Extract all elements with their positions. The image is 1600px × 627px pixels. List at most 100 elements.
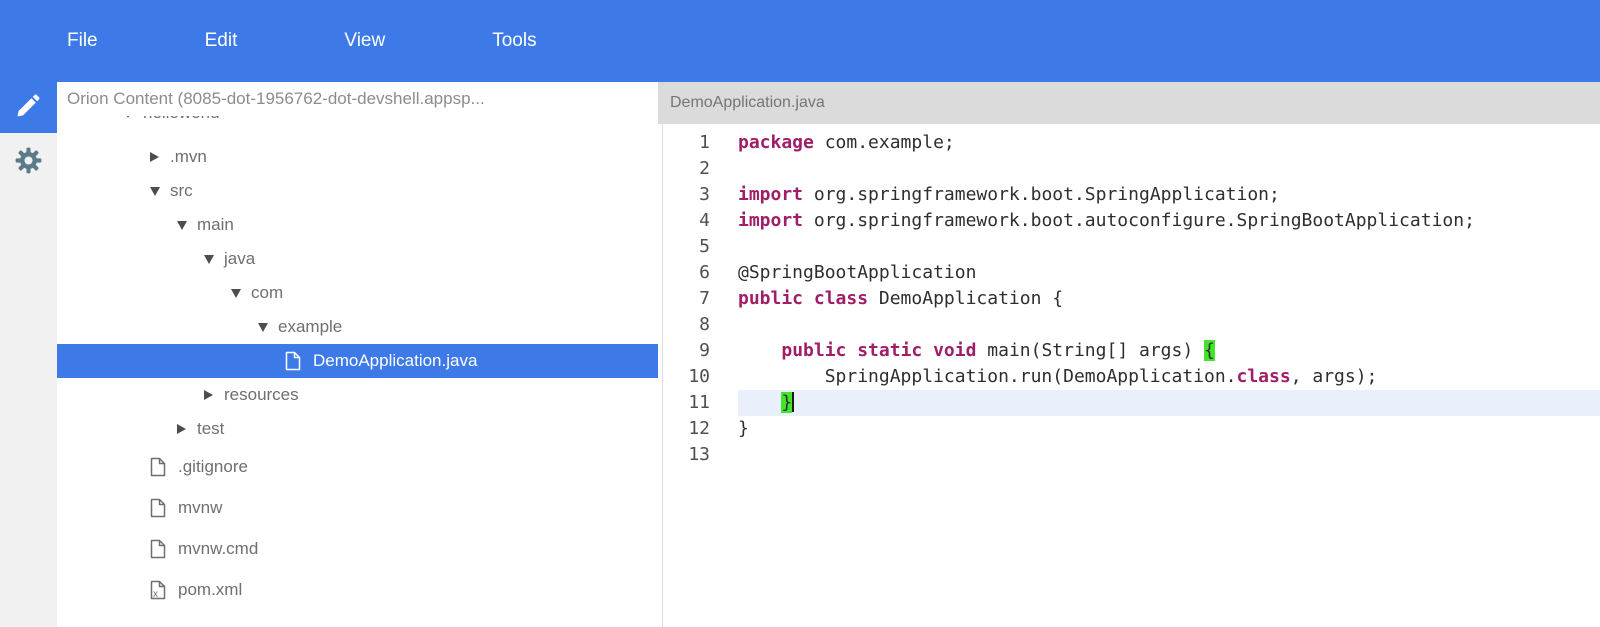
tree-item--gitignore[interactable]: .gitignore [57,446,658,487]
code-line-4[interactable]: 4 import org.springframework.boot.autocon… [658,208,1600,234]
line-number: 3 [658,182,710,208]
expand-arrow-icon[interactable] [204,255,222,264]
tree-rows: .mvn srcmain java com example DemoApplication… [57,140,658,610]
line-number: 10 [658,364,710,390]
expand-arrow-icon[interactable] [150,187,168,196]
editor-panel: DemoApplication.java 1 package com.exampl… [658,82,1600,627]
code-line-11[interactable]: 11 } [658,390,1600,416]
line-number: 4 [658,208,710,234]
file-icon [150,498,168,518]
code-line-content: public class DemoApplication { [738,286,1600,312]
tab-demoapplication-java[interactable]: DemoApplication.java [670,94,825,112]
code-line-content [738,442,1600,468]
code-line-7[interactable]: 7 public class DemoApplication { [658,286,1600,312]
gear-icon [13,145,44,181]
top-menu-bar: File Edit View Tools [0,0,1600,82]
code-line-13[interactable]: 13 [658,442,1600,468]
tree-item-label: java [224,249,255,269]
code-line-content: } [738,416,1600,442]
line-number: 2 [658,156,710,182]
code-line-content: import org.springframework.boot.SpringAp… [738,182,1600,208]
line-number: 11 [658,390,710,416]
line-number: 7 [658,286,710,312]
expand-arrow-icon[interactable] [231,289,249,298]
code-line-10[interactable]: 10 SpringApplication.run(DemoApplication… [658,364,1600,390]
menu-file[interactable]: File [67,30,98,52]
file-icon [150,539,168,559]
matched-bracket-highlight: { [1204,340,1215,361]
tree-row-clipped-helloworld[interactable]: helloworld [57,116,658,129]
menu-tools[interactable]: Tools [492,30,536,52]
menu-edit[interactable]: Edit [205,30,238,52]
line-number: 8 [658,312,710,338]
line-number: 1 [658,130,710,156]
collapse-arrow-icon[interactable] [204,390,222,400]
code-line-content: } [738,390,1600,416]
tree-item-label: DemoApplication.java [313,351,477,371]
tree-item-label: main [197,215,234,235]
code-line-3[interactable]: 3 import org.springframework.boot.SpringA… [658,182,1600,208]
tree-item-label: resources [224,385,299,405]
file-icon [150,457,168,477]
menu-view[interactable]: View [344,30,385,52]
tree-item-resources[interactable]: resources [57,378,658,412]
tree-item-mvnw[interactable]: mvnw [57,487,658,528]
tree-item-pom-xml[interactable]: x pom.xml [57,569,658,610]
tree-item-label: .gitignore [178,457,248,477]
code-line-5[interactable]: 5 [658,234,1600,260]
tree-item--mvn[interactable]: .mvn [57,140,658,174]
tree-item-label: com [251,283,283,303]
line-number: 6 [658,260,710,286]
tree-item-label: mvnw [178,498,222,518]
editor-view-button[interactable] [0,82,57,133]
file-tree-panel: Orion Content (8085-dot-1956762-dot-devs… [57,82,658,627]
matched-bracket-highlight: } [781,392,792,413]
code-line-content [738,156,1600,182]
pencil-icon [15,92,42,124]
code-line-content [738,312,1600,338]
tree-item-label: .mvn [170,147,207,167]
tree-item-example[interactable]: example [57,310,658,344]
code-line-2[interactable]: 2 [658,156,1600,182]
tree-item-demoapplication-java[interactable]: DemoApplication.java [57,344,658,378]
svg-text:x: x [153,589,158,600]
tree-item-label: helloworld [143,116,220,123]
editor-tab-bar: DemoApplication.java [658,82,1600,124]
xml-file-icon: x [150,580,168,600]
tree-item-com[interactable]: com [57,276,658,310]
line-number: 5 [658,234,710,260]
left-icon-rail [0,82,57,627]
tree-item-label: src [170,181,193,201]
settings-button[interactable] [0,133,57,193]
tree-item-src[interactable]: src [57,174,658,208]
expand-arrow-icon[interactable] [258,323,276,332]
tree-root-title: Orion Content (8085-dot-1956762-dot-devs… [57,82,658,116]
collapse-arrow-icon[interactable] [150,152,168,162]
code-line-8[interactable]: 8 [658,312,1600,338]
code-line-content: import org.springframework.boot.autoconf… [738,208,1600,234]
line-number: 12 [658,416,710,442]
code-line-content: @SpringBootApplication [738,260,1600,286]
code-line-12[interactable]: 12} [658,416,1600,442]
expand-arrow-icon[interactable] [123,116,141,118]
code-line-content: SpringApplication.run(DemoApplication.cl… [738,364,1600,390]
code-line-content: public static void main(String[] args) { [738,338,1600,364]
line-number: 13 [658,442,710,468]
tree-item-test[interactable]: test [57,412,658,446]
code-editor[interactable]: 1 package com.example; 23 import org.spring… [658,124,1600,627]
tree-item-label: pom.xml [178,580,242,600]
code-line-1[interactable]: 1 package com.example; [658,130,1600,156]
main-area: Orion Content (8085-dot-1956762-dot-devs… [0,82,1600,627]
code-line-content: package com.example; [738,130,1600,156]
code-line-content [738,234,1600,260]
tree-item-label: example [278,317,342,337]
code-line-9[interactable]: 9 public static void main(String[] args)… [658,338,1600,364]
tree-item-label: test [197,419,224,439]
collapse-arrow-icon[interactable] [177,424,195,434]
tree-item-java[interactable]: java [57,242,658,276]
tree-item-mvnw-cmd[interactable]: mvnw.cmd [57,528,658,569]
tree-item-main[interactable]: main [57,208,658,242]
text-cursor [792,392,794,412]
expand-arrow-icon[interactable] [177,221,195,230]
code-line-6[interactable]: 6 @SpringBootApplication [658,260,1600,286]
